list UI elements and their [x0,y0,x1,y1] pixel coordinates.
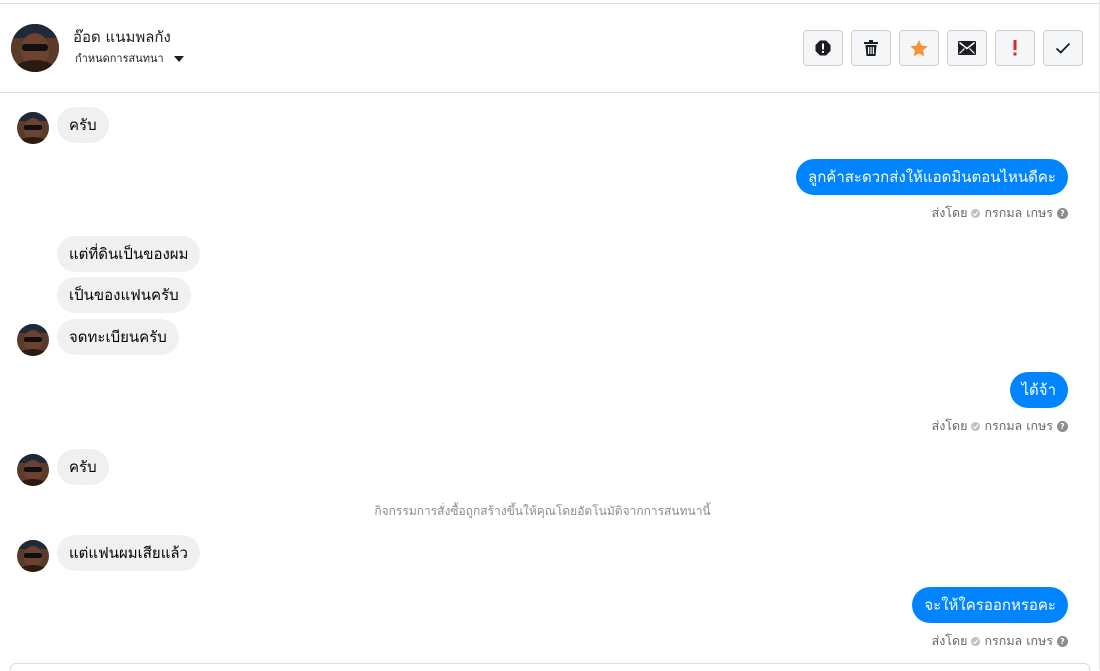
sender-avatar[interactable] [17,112,49,144]
sent-by-info: ส่งโดย กรกมล เกษร ? [932,416,1068,436]
sender-name: กรกมล เกษร [984,205,1053,220]
sent-by-prefix: ส่งโดย [931,633,968,648]
assign-conversation-dropdown[interactable]: กำหนดการสนทนา [75,49,184,67]
conversation-panel: อ๊อด แนมพลกัง กำหนดการสนทนา ครับ ลูกค้าส… [0,0,1100,671]
help-icon[interactable]: ? [1057,207,1068,219]
mark-unread-button[interactable] [947,30,987,66]
exclamation-icon [1013,40,1017,56]
sender-avatar[interactable] [17,540,49,572]
message-row: จดทะเบียนครับ [57,319,179,355]
message-row: เป็นของแฟนครับ [57,277,191,313]
sender-name: กรกมล เกษร [984,418,1053,433]
outgoing-message-bubble[interactable]: ลูกค้าสะดวกส่งให้แอดมินตอนไหนดีคะ [796,159,1068,195]
conversation-header: อ๊อด แนมพลกัง กำหนดการสนทนา [0,4,1099,93]
incoming-message-bubble[interactable]: แต่ที่ดินเป็นของผม [57,236,201,272]
mark-done-button[interactable] [1043,30,1083,66]
mark-spam-button[interactable] [803,30,843,66]
message-row: ครับ [57,107,109,143]
trash-icon [864,40,878,56]
incoming-message-bubble[interactable]: แต่แฟนผมเสียแล้ว [57,535,200,571]
sent-by-prefix: ส่งโดย [931,205,968,220]
sender-avatar[interactable] [17,454,49,486]
outgoing-message-bubble[interactable]: ได้จ้า [1009,372,1068,408]
star-icon [910,39,928,56]
contact-name: อ๊อด แนมพลกัง [73,28,171,46]
sent-by-info: ส่งโดย กรกมล เกษร ? [932,203,1068,223]
check-icon [1055,42,1071,54]
sender-name: กรกมล เกษร [984,633,1053,648]
sent-by-prefix: ส่งโดย [931,418,968,433]
assign-label: กำหนดการสนทนา [75,52,164,65]
incoming-message-bubble[interactable]: ครับ [57,107,109,143]
follow-up-button[interactable] [995,30,1035,66]
verified-check-icon [971,421,981,431]
outgoing-message-bubble[interactable]: จะให้ใครออกหรอคะ [912,587,1068,623]
star-button[interactable] [899,30,939,66]
envelope-icon [958,41,976,55]
message-thread: ครับ ลูกค้าสะดวกส่งให้แอดมินตอนไหนดีคะ ส… [0,93,1099,663]
caret-down-icon [173,55,184,62]
alert-circle-icon [815,40,831,56]
incoming-message-bubble[interactable]: ครับ [57,449,109,485]
contact-avatar[interactable] [11,24,59,72]
verified-check-icon [971,636,981,646]
delete-button[interactable] [851,30,891,66]
sent-by-info: ส่งโดย กรกมล เกษร ? [932,631,1068,651]
incoming-message-bubble[interactable]: จดทะเบียนครับ [57,319,179,355]
message-row: ครับ [57,449,109,485]
incoming-message-bubble[interactable]: เป็นของแฟนครับ [57,277,191,313]
order-activity-notice: กิจกรรมการสั่งซื้อถูกสร้างขึ้นให้คุณโดยอ… [374,504,711,518]
message-row: แต่ที่ดินเป็นของผม [57,236,201,272]
sender-avatar[interactable] [17,324,49,356]
message-row: แต่แฟนผมเสียแล้ว [57,535,200,571]
help-icon[interactable]: ? [1057,635,1068,647]
verified-check-icon [971,208,981,218]
help-icon[interactable]: ? [1057,420,1068,432]
header-toolbar [803,30,1083,66]
